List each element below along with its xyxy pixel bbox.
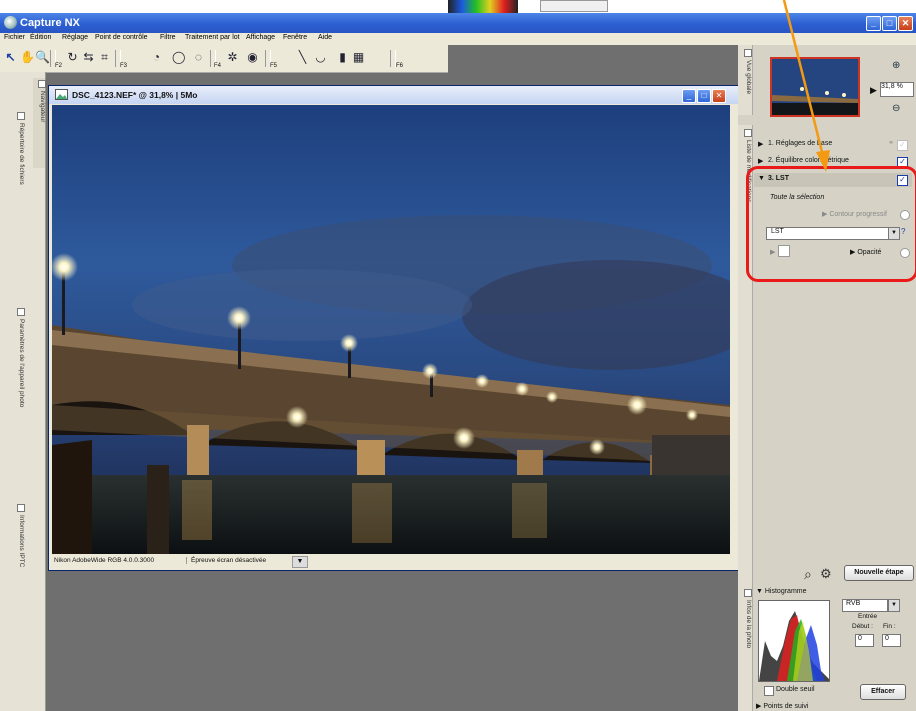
new-step-icon[interactable]: ⌕ xyxy=(804,566,812,583)
tab-overview[interactable]: Vue globale xyxy=(740,49,752,94)
direct-select-tool-icon[interactable]: ↖ xyxy=(4,50,17,65)
selection-brush-icon[interactable]: ╲ xyxy=(296,50,309,65)
overview-tab-strip[interactable]: Vue globale xyxy=(738,45,753,115)
photo-canvas[interactable] xyxy=(52,105,730,554)
tab-photo-info[interactable]: Infos de la photo xyxy=(740,589,752,648)
soft-proof-label: Épreuve écran désactivée xyxy=(186,557,266,564)
end-label: Fin : xyxy=(883,623,896,630)
start-label: Début : xyxy=(852,623,873,630)
histogram-graph xyxy=(758,600,830,682)
menu-point-de-controle[interactable]: Point de contrôle xyxy=(95,34,148,41)
menu-edition[interactable]: Édition xyxy=(30,34,51,41)
menu-fenetre[interactable]: Fenêtre xyxy=(283,34,307,41)
hand-tool-icon[interactable]: ✋ xyxy=(20,50,35,65)
menu-fichier[interactable]: Fichier xyxy=(4,34,25,41)
auto-retouch-brush-icon[interactable]: ✲ xyxy=(226,50,239,65)
expand-arrow-icon: ▶ xyxy=(758,141,764,148)
histogram-title: ▼ Histogramme xyxy=(756,588,807,595)
expand-arrow-icon: ▶ xyxy=(758,158,764,165)
menu-affichage[interactable]: Affichage xyxy=(246,34,275,41)
photo-bridge-night xyxy=(52,105,730,554)
image-status-bar: Nikon AdobeWide RGB 4.0.0.3000 Épreuve é… xyxy=(52,555,730,568)
zoom-tool-icon[interactable]: 🔍 xyxy=(35,50,50,65)
close-button[interactable]: ✕ xyxy=(898,16,913,31)
tab-navigator[interactable]: Navigateur xyxy=(34,80,46,122)
image-window-title: DSC_4123.NEF* @ 31,8% | 5Mo xyxy=(72,90,198,100)
toolbar-f6-label: F6 xyxy=(396,63,404,69)
menu-reglage[interactable]: Réglage xyxy=(62,34,88,41)
gradient-tool-icon[interactable]: ▮ xyxy=(336,50,349,65)
fields-fragment xyxy=(540,0,608,12)
toolbar-f4-label: F4 xyxy=(214,63,222,69)
highlight-ring-annotation xyxy=(746,166,916,282)
color-point-icon[interactable]: ◌ xyxy=(192,50,205,65)
crop-tool-icon[interactable]: ⌗ xyxy=(98,50,111,65)
app-title: Capture NX xyxy=(20,17,80,29)
tab-iptc-info[interactable]: Informations IPTC xyxy=(13,504,25,567)
toolbar-f5-label: F5 xyxy=(270,63,278,69)
app-titlebar: Capture NX _ □ ✕ xyxy=(0,13,916,33)
input-label: Entrée xyxy=(858,613,878,620)
maximize-button[interactable]: □ xyxy=(882,16,897,31)
menu-bar: Fichier Édition Réglage Point de contrôl… xyxy=(0,33,916,45)
menu-filtre[interactable]: Filtre xyxy=(160,34,176,41)
straighten-tool-icon[interactable]: ⇆ xyxy=(82,50,95,65)
zoom-value-field[interactable]: 31,8 % xyxy=(880,82,914,97)
top-screenshot-fragment xyxy=(0,0,916,13)
zoom-in-icon[interactable]: ⊕ xyxy=(892,60,900,71)
menu-aide[interactable]: Aide xyxy=(318,34,332,41)
histogram-curves xyxy=(759,601,829,681)
channel-select[interactable]: RVB xyxy=(842,599,888,612)
link-icon: ⚭ xyxy=(888,140,894,147)
channel-dropdown-arrow-icon[interactable]: ▼ xyxy=(888,599,900,612)
proof-dropdown-arrow-icon[interactable]: ▼ xyxy=(292,556,308,568)
double-threshold-label: Double seuil xyxy=(776,686,815,693)
image-maximize-button[interactable]: □ xyxy=(697,89,711,103)
toolbar: ↖ ✋ 🔍 F2 ↻ ⇆ ⌗ F3 ◔ ◯ ◌ F4 ✲ ◉ F5 ╲ ◡ ▮ … xyxy=(0,45,448,73)
image-window-titlebar: DSC_4123.NEF* @ 31,8% | 5Mo _ □ ✕ xyxy=(49,86,738,104)
zoom-pointer-icon: ▶ xyxy=(870,85,877,95)
toolbar-f2-label: F2 xyxy=(55,63,63,69)
image-window: DSC_4123.NEF* @ 31,8% | 5Mo _ □ ✕ Nikon … xyxy=(48,85,739,571)
toolbar-f3-label: F3 xyxy=(120,63,128,69)
image-close-button[interactable]: ✕ xyxy=(712,89,726,103)
double-threshold-checkbox[interactable] xyxy=(764,686,774,696)
zoom-out-icon[interactable]: ⊖ xyxy=(892,103,900,114)
image-file-icon xyxy=(55,89,68,100)
minimize-button[interactable]: _ xyxy=(866,16,881,31)
start-value-field[interactable]: 0 xyxy=(855,634,874,647)
white-point-icon[interactable]: ◯ xyxy=(172,50,185,65)
menu-traitement-par-lot[interactable]: Traitement par lot xyxy=(185,34,240,41)
tab-file-directory[interactable]: Répertoire de fichiers xyxy=(13,112,25,185)
capture-nx-icon xyxy=(4,16,17,29)
red-eye-tool-icon[interactable]: ◉ xyxy=(246,50,259,65)
lasso-tool-icon[interactable]: ◡ xyxy=(314,50,327,65)
clear-button[interactable]: Effacer xyxy=(860,684,906,700)
settings-icon[interactable]: ⚙ xyxy=(820,566,832,582)
tab-camera-settings[interactable]: Paramètres de l'appareil photo xyxy=(13,308,25,407)
annotation-arrow xyxy=(782,0,830,172)
fill-tool-icon[interactable]: ▦ xyxy=(352,50,365,65)
end-value-field[interactable]: 0 xyxy=(882,634,901,647)
black-point-icon[interactable]: ◔ xyxy=(150,50,163,65)
photo-info-tab-strip[interactable]: Infos de la photo xyxy=(738,585,753,711)
step-checkbox[interactable]: ✓ xyxy=(897,140,908,151)
new-step-button[interactable]: Nouvelle étape xyxy=(844,565,914,581)
color-profile-label: Nikon AdobeWide RGB 4.0.0.3000 xyxy=(54,557,155,564)
watch-points-section[interactable]: ▶ Points de suivi xyxy=(756,702,808,710)
rotate-tool-icon[interactable]: ↻ xyxy=(66,50,79,65)
image-minimize-button[interactable]: _ xyxy=(682,89,696,103)
navigator-strip[interactable]: Navigateur xyxy=(33,78,46,168)
histogram-fragment xyxy=(448,0,518,13)
